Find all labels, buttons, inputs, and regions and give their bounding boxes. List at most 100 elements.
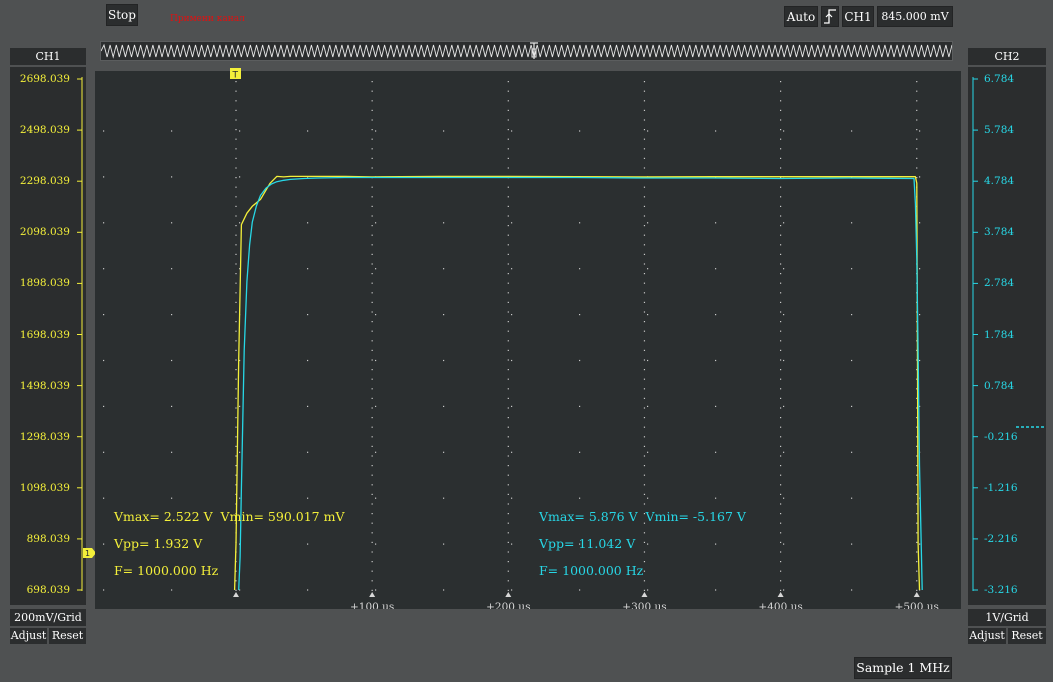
grid-dot xyxy=(239,176,241,178)
grid-dot xyxy=(511,543,513,545)
grid-dot xyxy=(371,273,373,275)
grid-dot xyxy=(643,263,646,265)
grid-dot xyxy=(371,445,373,447)
grid-dot xyxy=(780,148,782,150)
grid-dot xyxy=(171,497,173,499)
grid-dot xyxy=(643,244,646,246)
grid-dot xyxy=(371,359,373,361)
svg-text:1: 1 xyxy=(85,549,90,558)
grid-dot xyxy=(780,378,782,380)
grid-dot xyxy=(916,474,918,476)
grid-dot xyxy=(507,541,509,543)
ch1-scale-display[interactable]: 200mV/Grid xyxy=(10,609,86,626)
grid-dot xyxy=(371,253,373,255)
grid-dot xyxy=(511,130,513,132)
ch2-tick-label: 3.784 xyxy=(984,226,1015,239)
grid-dot xyxy=(371,426,373,428)
grid-dot xyxy=(375,543,377,545)
grid-dot xyxy=(511,589,513,591)
ch2-scale-display[interactable]: 1V/Grid xyxy=(968,609,1046,626)
grid-dot xyxy=(235,244,237,246)
grid-dot xyxy=(643,253,646,255)
grid-dot xyxy=(507,417,509,419)
grid-dot xyxy=(780,273,782,275)
grid-dot xyxy=(916,119,918,121)
grid-dot xyxy=(375,130,377,132)
grid-dot xyxy=(235,186,237,188)
grid-dot xyxy=(643,397,646,399)
ch2-tick-label: 5.784 xyxy=(984,124,1015,137)
ch1-vpp: Vpp= 1.932 V xyxy=(114,536,203,551)
grid-dot xyxy=(443,497,445,499)
grid-dot xyxy=(643,378,646,380)
ch1-reset-button[interactable]: Reset xyxy=(49,628,86,644)
grid-dot xyxy=(780,561,782,563)
grid-dot xyxy=(919,543,921,545)
x-tick-label: +500 us xyxy=(895,601,939,609)
ch1-axis-strip: 2698.039 2498.039 2298.039 2098.039 1898.039… xyxy=(10,67,86,605)
grid-dot xyxy=(235,177,237,179)
x-tick-label: +400 us xyxy=(758,601,802,609)
grid-dot xyxy=(507,282,509,284)
ch1-adjust-button[interactable]: Adjust xyxy=(10,628,47,644)
grid-dot xyxy=(507,234,509,236)
ch1-tick-label: 2298.039 xyxy=(19,175,70,188)
x-tick-mark xyxy=(913,592,920,597)
sample-rate-display[interactable]: Sample 1 MHz xyxy=(854,657,952,679)
grid-dot xyxy=(507,196,509,198)
grid-dot xyxy=(103,451,105,453)
stop-button[interactable]: Stop xyxy=(106,4,138,26)
grid-dot xyxy=(507,330,509,332)
ch2-adjust-button[interactable]: Adjust xyxy=(968,628,1006,644)
grid-dot xyxy=(643,205,646,207)
trigger-mode-button[interactable]: Auto xyxy=(784,6,818,27)
grid-dot xyxy=(851,497,853,499)
overview-trigger-marker-icon[interactable] xyxy=(529,42,539,60)
ch1-tick-label: 2098.039 xyxy=(19,226,70,239)
trigger-level-display[interactable]: 845.000 mV xyxy=(877,6,953,27)
grid-dot xyxy=(235,340,237,342)
grid-dot xyxy=(780,445,782,447)
grid-dot xyxy=(371,561,373,563)
grid-dot xyxy=(443,451,445,453)
scope-screen[interactable]: -0 us+100 us+200 us+300 us+400 us+500 us… xyxy=(95,68,961,609)
grid-dot xyxy=(235,119,237,121)
waveform-overview-strip[interactable] xyxy=(100,41,953,61)
grid-dot xyxy=(103,497,105,499)
grid-dot xyxy=(371,493,373,495)
trigger-position-marker-icon[interactable]: T xyxy=(230,68,242,80)
grid-dot xyxy=(235,157,237,159)
grid-dot xyxy=(235,282,237,284)
grid-dot xyxy=(780,215,782,217)
grid-dot xyxy=(235,378,237,380)
grid-dot xyxy=(371,513,373,515)
grid-dot xyxy=(643,369,646,371)
ch2-trace xyxy=(238,176,923,591)
grid-dot xyxy=(643,349,646,351)
ch2-offset-marker-icon[interactable] xyxy=(1016,425,1046,429)
ch1-panel-title[interactable]: CH1 xyxy=(10,48,86,65)
grid-dot xyxy=(511,451,513,453)
grid-dot xyxy=(371,129,373,131)
ch1-axis-ruler xyxy=(77,77,83,591)
trigger-channel-button[interactable]: CH1 xyxy=(842,6,874,27)
ch2-vmax-vmin: Vmax= 5.876 V Vmin= -5.167 V xyxy=(539,509,746,524)
trigger-edge-button[interactable] xyxy=(821,6,839,27)
grid-dot xyxy=(507,589,509,591)
grid-dot xyxy=(507,426,509,428)
ch2-panel-title[interactable]: CH2 xyxy=(968,48,1046,65)
grid-dot xyxy=(780,388,782,390)
grid-dot xyxy=(235,359,237,361)
grid-dot xyxy=(371,532,373,534)
x-tick-mark xyxy=(369,592,376,597)
ch2-reset-button[interactable]: Reset xyxy=(1008,628,1046,644)
grid-dot xyxy=(780,522,782,524)
ch2-tick-label: -1.216 xyxy=(984,481,1018,494)
grid-dot xyxy=(307,497,309,499)
grid-dot xyxy=(507,263,509,265)
grid-dot xyxy=(780,81,782,83)
grid-dot xyxy=(171,314,173,316)
grid-dot xyxy=(916,513,918,515)
grid-dot xyxy=(371,330,373,332)
grid-dot xyxy=(579,589,581,591)
